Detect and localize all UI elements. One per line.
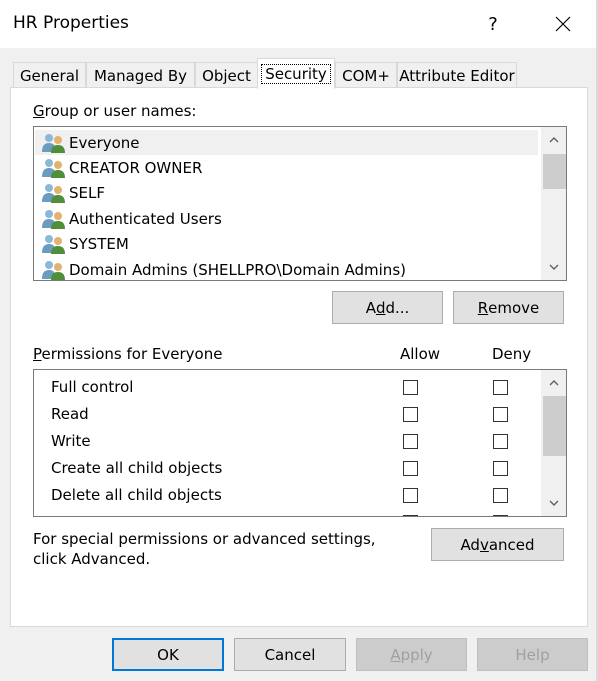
deny-checkbox[interactable]: [493, 515, 508, 516]
scroll-thumb[interactable]: [543, 154, 566, 189]
users-icon: [42, 183, 65, 203]
allow-checkbox[interactable]: [403, 461, 418, 476]
scroll-up-button[interactable]: [541, 129, 566, 151]
users-icon: [42, 133, 65, 153]
allow-checkbox[interactable]: [403, 434, 418, 449]
deny-checkbox[interactable]: [493, 461, 508, 476]
allow-checkbox[interactable]: [403, 488, 418, 503]
scroll-down-button[interactable]: [541, 492, 566, 514]
permission-row: Delete all child objects: [34, 481, 542, 508]
ok-button[interactable]: OK: [112, 638, 224, 671]
users-icon: [42, 158, 65, 178]
scroll-thumb[interactable]: [543, 396, 566, 456]
permissions-label: Permissions for Everyone: [33, 345, 223, 363]
allow-checkbox[interactable]: [403, 515, 418, 516]
group-or-user-names-label: Group or user names:: [33, 102, 197, 120]
list-item[interactable]: SYSTEM: [35, 231, 538, 256]
deny-checkbox[interactable]: [493, 434, 508, 449]
close-icon: [555, 16, 571, 32]
deny-checkbox[interactable]: [493, 407, 508, 422]
tab-com-plus[interactable]: COM+: [335, 62, 397, 88]
list-item[interactable]: Everyone: [35, 130, 538, 155]
add-button[interactable]: Ad d...: [332, 291, 443, 324]
permissions-scrollbar[interactable]: [541, 370, 566, 516]
chevron-up-icon: [549, 137, 558, 143]
user-list-scrollbar[interactable]: [541, 127, 566, 280]
permission-row: Write: [34, 427, 542, 454]
apply-button[interactable]: Apply: [356, 638, 467, 671]
tab-object[interactable]: Object: [195, 62, 258, 88]
deny-checkbox[interactable]: [493, 380, 508, 395]
tab-attribute-editor[interactable]: Attribute Editor: [397, 62, 517, 88]
permission-row: Create all child objects: [34, 454, 542, 481]
deny-column-header: Deny: [492, 345, 532, 363]
scroll-down-button[interactable]: [541, 256, 566, 278]
deny-checkbox[interactable]: [493, 488, 508, 503]
advanced-note: For special permissions or advanced sett…: [33, 530, 376, 568]
permissions-list[interactable]: Full control Read Write Create all child…: [33, 369, 567, 517]
chevron-up-icon: [549, 380, 558, 386]
list-item[interactable]: Domain Admins (SHELLPRO\Domain Admins): [35, 257, 538, 280]
chevron-down-icon: [549, 264, 558, 270]
permission-row: Read: [34, 400, 542, 427]
close-button[interactable]: [540, 0, 586, 48]
tab-general[interactable]: General: [13, 62, 86, 88]
allow-checkbox[interactable]: [403, 380, 418, 395]
list-item[interactable]: SELF: [35, 180, 538, 205]
users-icon: [42, 209, 65, 229]
help-title-button[interactable]: ?: [470, 0, 516, 48]
permission-row: [34, 508, 542, 516]
permission-row: Full control: [34, 373, 542, 400]
allow-checkbox[interactable]: [403, 407, 418, 422]
tab-security[interactable]: Security: [257, 58, 335, 89]
advanced-button[interactable]: Ad v anced: [431, 528, 564, 561]
allow-column-header: Allow: [400, 345, 441, 363]
users-icon: [42, 234, 65, 254]
help-button[interactable]: Help: [477, 638, 588, 671]
cancel-button[interactable]: Cancel: [234, 638, 346, 671]
list-item[interactable]: Authenticated Users: [35, 206, 538, 231]
list-item[interactable]: CREATOR OWNER: [35, 155, 538, 180]
title-bar: HR Properties ?: [0, 0, 598, 48]
tab-managed-by[interactable]: Managed By: [86, 62, 195, 88]
remove-button[interactable]: Remove: [453, 291, 564, 324]
scroll-up-button[interactable]: [541, 372, 566, 394]
chevron-down-icon: [549, 500, 558, 506]
users-icon: [42, 260, 65, 280]
window-title: HR Properties: [13, 13, 129, 33]
question-icon: ?: [488, 13, 498, 35]
user-list[interactable]: Everyone CREATOR OWNER SELF Authenticate…: [33, 126, 567, 281]
